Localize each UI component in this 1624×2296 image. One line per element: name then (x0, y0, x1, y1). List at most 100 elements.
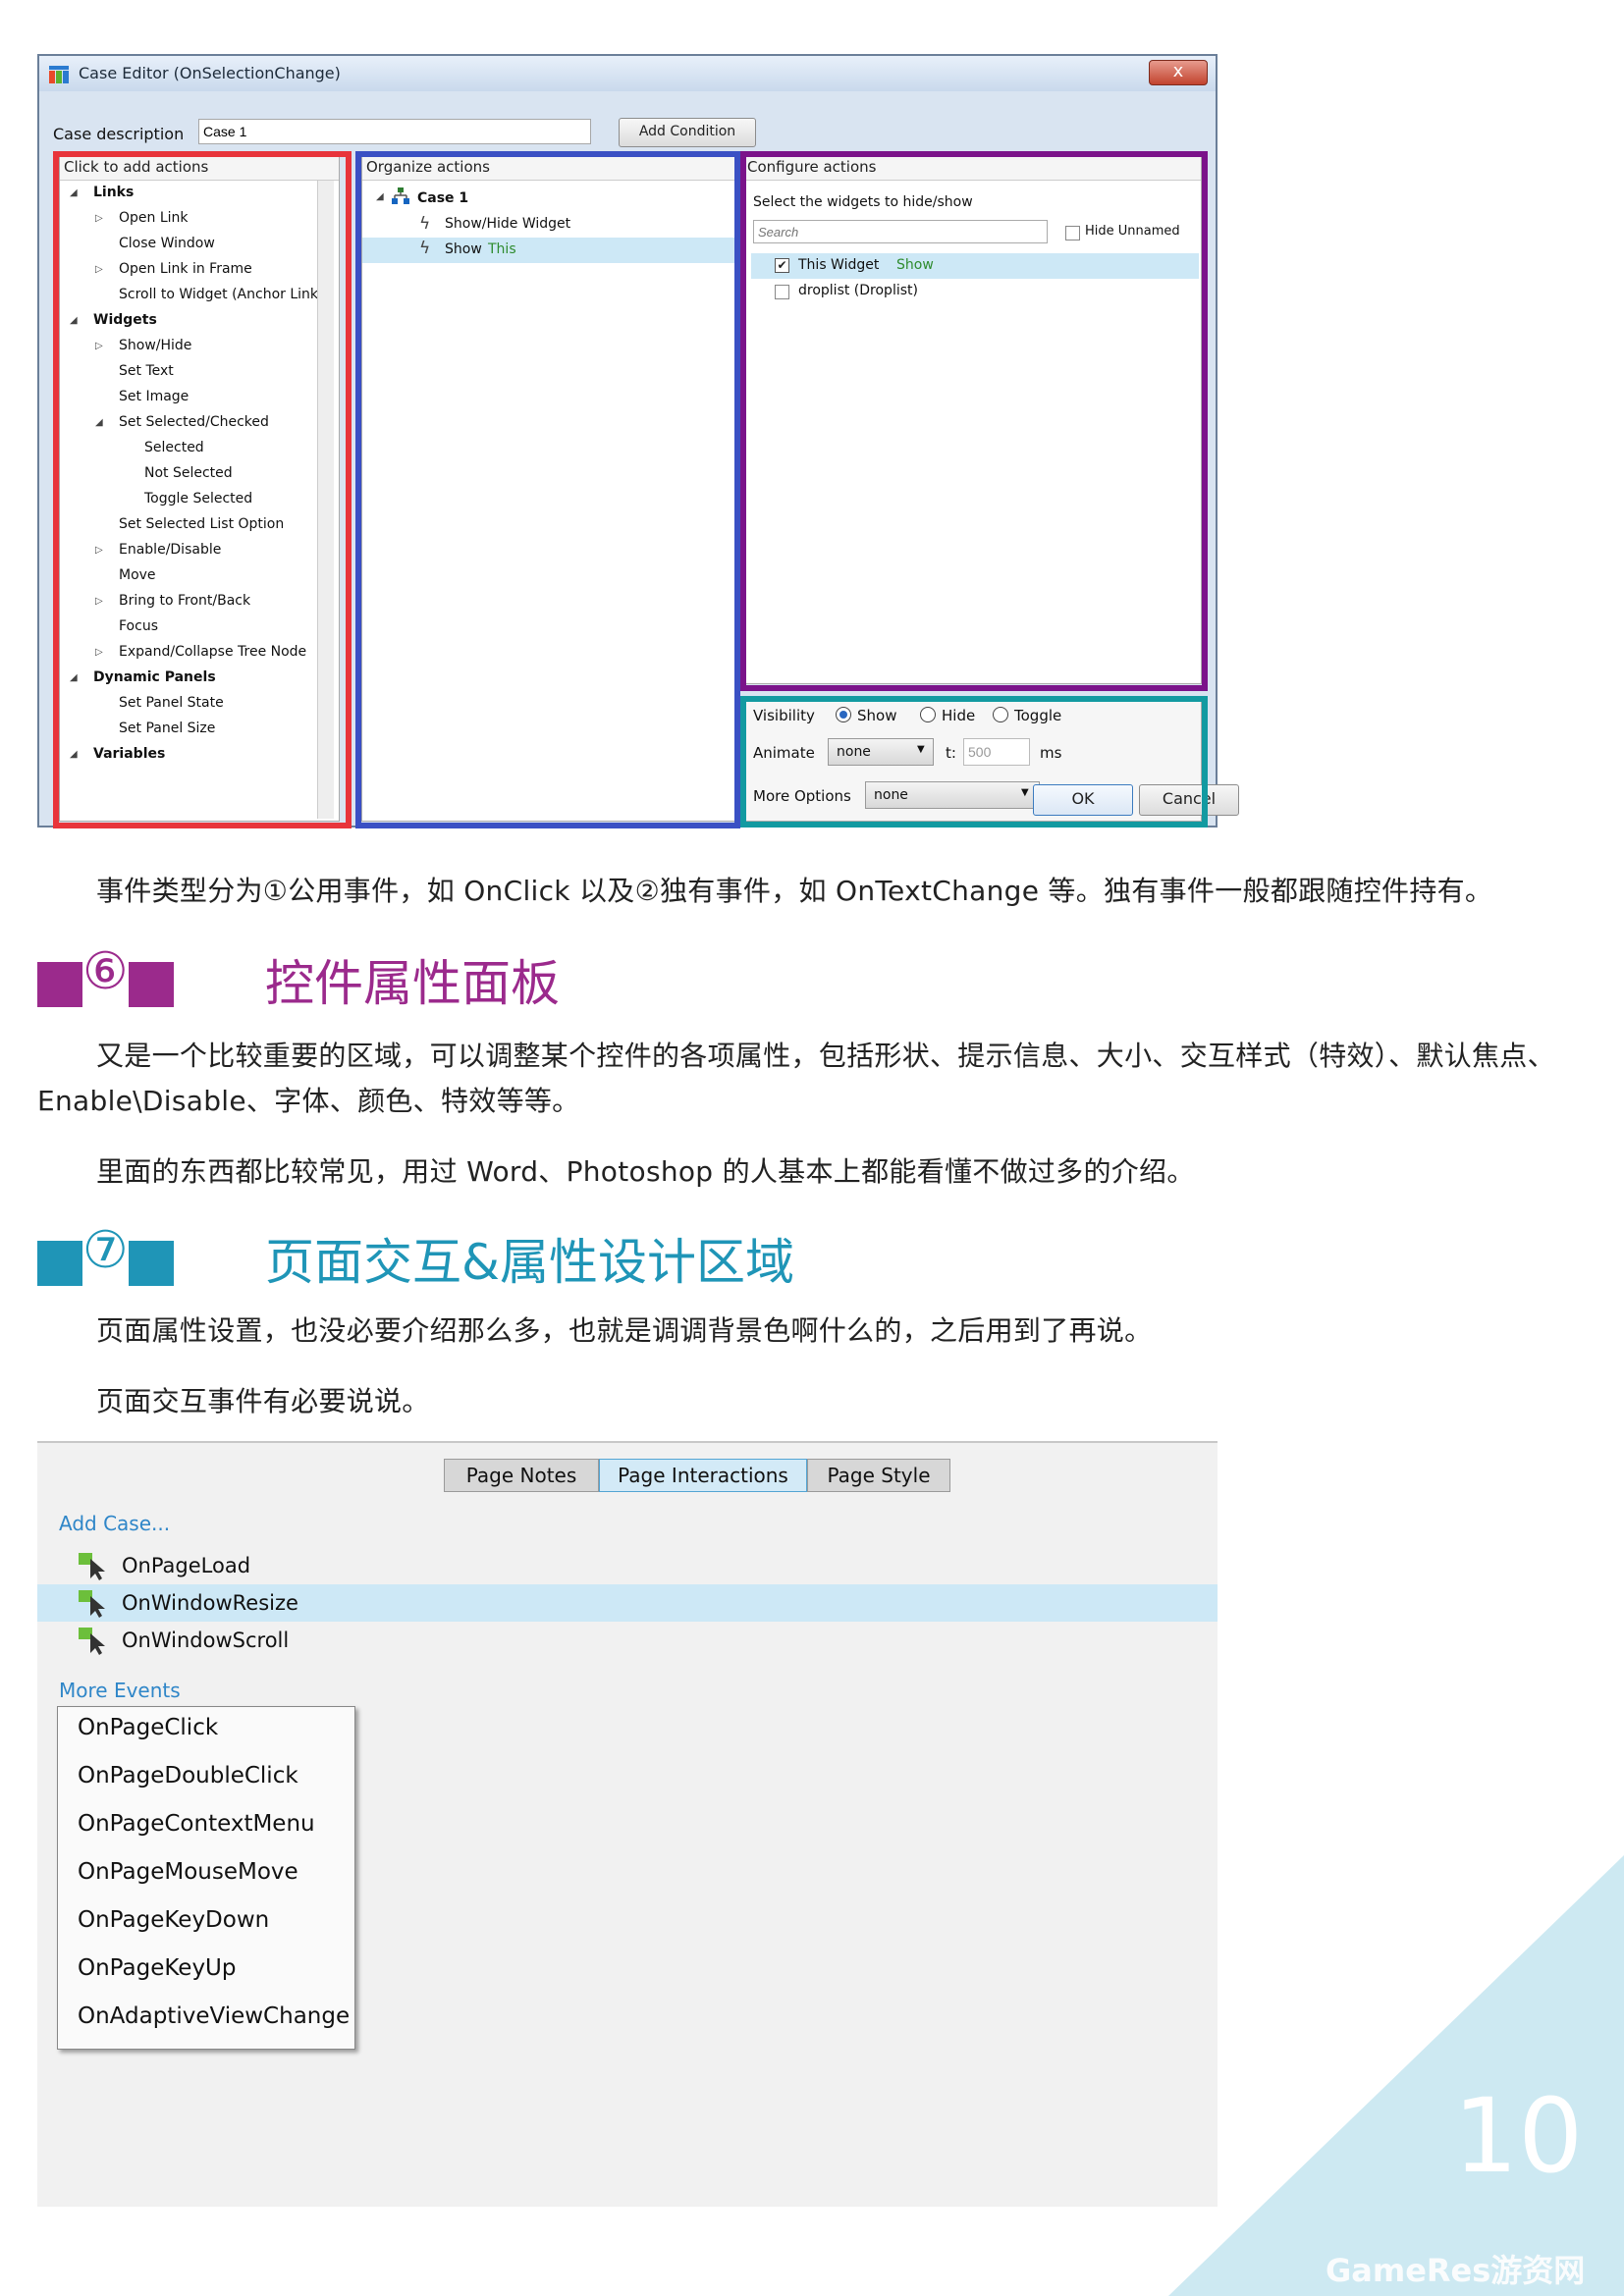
hide-unnamed-label: Hide Unnamed (1085, 224, 1180, 239)
cancel-button[interactable]: Cancel (1139, 784, 1239, 816)
page-number: 10 (1453, 2076, 1584, 2196)
action-item[interactable]: Expand/Collapse Tree Node (119, 644, 306, 660)
event-row-onpageload[interactable]: OnPageLoad (37, 1547, 1218, 1584)
section-6-paragraph-1-line-2: Enable\Disable、字体、颜色、特效等等。 (37, 1085, 580, 1117)
menu-item-onpagekeyup[interactable]: OnPageKeyUp (78, 1955, 237, 1981)
section-7-heading: ⑦ 页面交互&属性设计区域 (37, 1221, 794, 1291)
actions-panel-header: Click to add actions (60, 155, 339, 181)
action-item[interactable]: Scroll to Widget (Anchor Link) (119, 287, 317, 302)
more-options-value: none (874, 787, 908, 803)
paragraph-event-types: 事件类型分为①公用事件，如 OnClick 以及②独有事件，如 OnTextCh… (96, 875, 1493, 907)
tab-page-notes[interactable]: Page Notes (444, 1459, 599, 1492)
lightning-icon: ϟ (419, 239, 431, 258)
section-7-paragraph-1: 页面属性设置，也没必要介绍那么多，也就是调调背景色啊什么的，之后用到了再说。 (96, 1314, 1153, 1347)
action-item[interactable]: Focus (119, 618, 158, 634)
action-item[interactable]: Set Selected List Option (119, 516, 284, 532)
widget-row-this-widget[interactable]: ✔ This Widget Show (751, 253, 1199, 279)
chevron-down-icon: ▼ (1021, 787, 1029, 798)
event-cursor-icon (79, 1553, 105, 1580)
case-description-label: Case description (53, 125, 185, 143)
actions-scrollbar[interactable] (317, 181, 334, 819)
event-label: OnWindowScroll (122, 1629, 290, 1652)
ok-button[interactable]: OK (1033, 784, 1133, 816)
square-marker-icon (37, 961, 82, 1007)
action-item[interactable]: Move (119, 567, 156, 583)
menu-item-onpagedoubleclick[interactable]: OnPageDoubleClick (78, 1763, 298, 1789)
action-item[interactable]: Dynamic Panels (93, 669, 216, 685)
action-item[interactable]: Set Text (119, 363, 174, 379)
visibility-label: Visibility (753, 707, 815, 724)
event-label: OnWindowResize (122, 1591, 298, 1615)
duration-input[interactable] (963, 738, 1030, 766)
tab-page-interactions[interactable]: Page Interactions (599, 1459, 807, 1492)
animate-select[interactable]: none ▼ (828, 738, 934, 766)
case-tree-icon (392, 187, 409, 204)
collapse-triangle-icon[interactable]: ◢ (376, 191, 384, 202)
radio-show[interactable] (836, 707, 851, 722)
action-item[interactable]: Open Link (119, 210, 189, 226)
hide-unnamed-checkbox[interactable] (1065, 226, 1080, 240)
tab-page-style[interactable]: Page Style (807, 1459, 950, 1492)
expand-triangle-icon[interactable]: ▷ (95, 647, 103, 658)
action-item[interactable]: Bring to Front/Back (119, 593, 250, 609)
action-item[interactable]: Close Window (119, 236, 215, 251)
add-condition-button[interactable]: Add Condition (619, 118, 756, 147)
square-marker-icon (128, 961, 174, 1007)
expand-triangle-icon[interactable]: ▷ (95, 264, 103, 275)
case-1-item[interactable]: Case 1 (417, 190, 468, 206)
section-6-paragraph-1-line-1: 又是一个比较重要的区域，可以调整某个控件的各项属性，包括形状、提示信息、大小、交… (96, 1040, 1555, 1072)
event-row-onwindowresize[interactable]: OnWindowResize (37, 1584, 1218, 1622)
radio-toggle[interactable] (993, 707, 1008, 722)
action-item[interactable]: Show/Hide (119, 338, 191, 353)
action-item[interactable]: Toggle Selected (144, 491, 252, 507)
menu-item-onadaptiveviewchange[interactable]: OnAdaptiveViewChange (78, 2003, 350, 2029)
action-item[interactable]: Selected (144, 440, 204, 455)
check-icon[interactable]: ✔ (775, 258, 789, 273)
menu-item-onpagekeydown[interactable]: OnPageKeyDown (78, 1907, 269, 1933)
section-6-paragraph-2: 里面的东西都比较常见，用过 Word、Photoshop 的人基本上都能看懂不做… (96, 1155, 1195, 1188)
menu-item-onpagemousemove[interactable]: OnPageMouseMove (78, 1859, 298, 1885)
add-case-link[interactable]: Add Case... (59, 1512, 170, 1535)
actions-tree: ◢ Links ▷ Open Link Close Window ▷ Open Link i… (60, 181, 317, 819)
action-item[interactable]: Set Panel State (119, 695, 224, 711)
collapse-triangle-icon[interactable]: ◢ (70, 315, 78, 326)
more-options-select[interactable]: none ▼ (865, 781, 1040, 809)
expand-triangle-icon[interactable]: ▷ (95, 213, 103, 224)
radio-hide[interactable] (920, 707, 936, 722)
widget-search-input[interactable] (753, 220, 1048, 243)
organize-actions-panel: Organize actions ◢ Case 1 ϟ Show/Hide Wi… (361, 154, 736, 822)
collapse-triangle-icon[interactable]: ◢ (70, 187, 78, 198)
collapse-triangle-icon[interactable]: ◢ (70, 672, 78, 683)
expand-triangle-icon[interactable]: ▷ (95, 596, 103, 607)
collapse-triangle-icon[interactable]: ◢ (70, 749, 78, 760)
event-row-onwindowscroll[interactable]: OnWindowScroll (37, 1622, 1218, 1659)
toggle-option-label: Toggle (1014, 707, 1062, 724)
expand-triangle-icon[interactable]: ▷ (95, 341, 103, 351)
action-item[interactable]: Enable/Disable (119, 542, 221, 558)
expand-triangle-icon[interactable]: ▷ (95, 545, 103, 556)
configure-panel-header: Configure actions (743, 155, 1201, 181)
close-button[interactable]: x (1149, 60, 1208, 85)
event-cursor-icon (79, 1628, 105, 1655)
menu-item-onpagecontextmenu[interactable]: OnPageContextMenu (78, 1811, 315, 1837)
hide-option-label: Hide (942, 707, 976, 724)
action-item[interactable]: Not Selected (144, 465, 233, 481)
action-item[interactable]: Variables (93, 746, 165, 762)
action-item[interactable]: Set Image (119, 389, 189, 404)
selected-action-row[interactable]: ϟ Show This (362, 238, 735, 263)
action-item[interactable]: Open Link in Frame (119, 261, 252, 277)
case-description-input[interactable] (198, 119, 591, 144)
action-show-hide-widget[interactable]: Show/Hide Widget (445, 216, 570, 232)
action-item[interactable]: Links (93, 185, 134, 200)
more-events-link[interactable]: More Events (59, 1679, 181, 1702)
action-item[interactable]: Widgets (93, 312, 157, 328)
collapse-triangle-icon[interactable]: ◢ (95, 417, 103, 428)
action-item[interactable]: Set Panel Size (119, 721, 215, 736)
action-item[interactable]: Set Selected/Checked (119, 414, 269, 430)
animate-value: none (837, 744, 871, 760)
section-6-heading: ⑥ 控件属性面板 (37, 942, 560, 1012)
menu-item-onpageclick[interactable]: OnPageClick (78, 1715, 218, 1740)
section-6-title: 控件属性面板 (265, 955, 560, 1012)
droplist-checkbox[interactable] (775, 285, 789, 299)
window-titlebar: Case Editor (OnSelectionChange) x (39, 56, 1216, 91)
